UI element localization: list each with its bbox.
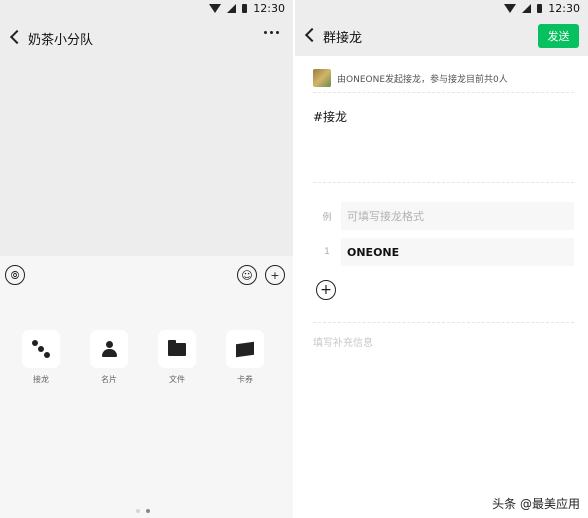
chat-input-bar: ⦾ ☺ +: [0, 256, 293, 296]
tool-label: 文件: [169, 375, 185, 384]
row-index: 例: [322, 212, 332, 223]
entry-input[interactable]: ONEONE: [341, 238, 574, 266]
tool-label: 接龙: [33, 375, 49, 384]
status-bar: 12:30: [295, 0, 588, 16]
tool-label: 名片: [101, 375, 117, 384]
tool-file[interactable]: 文件: [158, 330, 196, 385]
divider: [313, 322, 574, 323]
chat-screen: 12:30 奶茶小分队 ⦾ ☺ + 接龙 名片 文件 卡券: [0, 0, 293, 518]
format-input[interactable]: 可填写接龙格式: [341, 202, 574, 230]
row-index: 1: [324, 247, 330, 257]
jielong-topic-input[interactable]: #接龙: [313, 108, 347, 125]
jielong-header: 由ONEONE发起接龙，参与接龙目前共0人: [313, 68, 574, 88]
back-icon[interactable]: [301, 25, 323, 47]
page-dot-active[interactable]: [146, 509, 150, 513]
tool-label: 卡券: [237, 375, 253, 384]
tool-coupon[interactable]: 卡券: [226, 330, 264, 385]
voice-input-icon[interactable]: ⦾: [5, 265, 25, 285]
emoji-icon[interactable]: ☺: [237, 265, 257, 285]
add-entry-icon[interactable]: +: [316, 280, 336, 300]
function-panel: 接龙 名片 文件 卡券: [0, 296, 293, 518]
page-indicator[interactable]: [136, 509, 150, 513]
status-time: 12:30: [253, 1, 285, 15]
watermark: 头条 @最美应用: [492, 497, 580, 511]
folder-icon: [168, 339, 186, 356]
wifi-icon: [209, 3, 222, 13]
signal-icon: [227, 3, 237, 13]
tool-jielong[interactable]: 接龙: [22, 330, 60, 385]
example-row: 例 可填写接龙格式: [313, 202, 574, 230]
coupon-icon: [236, 341, 254, 357]
message-input[interactable]: [30, 264, 229, 288]
more-icon[interactable]: [264, 31, 279, 34]
group-jielong-screen: 12:30 群接龙 发送 由ONEONE发起接龙，参与接龙目前共0人 #接龙 例…: [295, 0, 588, 518]
page-dot[interactable]: [136, 509, 140, 513]
battery-icon: [537, 3, 543, 13]
chat-title: 奶茶小分队: [28, 32, 94, 48]
chat-nav-bar: 奶茶小分队: [0, 22, 293, 54]
contact-card-icon: [101, 341, 117, 357]
supplement-input[interactable]: 填写补充信息: [313, 334, 373, 349]
status-bar: 12:30: [0, 0, 293, 16]
jielong-icon: [32, 340, 50, 358]
divider: [313, 182, 574, 183]
signal-icon: [522, 3, 532, 13]
wifi-icon: [504, 3, 517, 13]
chat-message-area[interactable]: [0, 54, 293, 256]
send-button[interactable]: 发送: [538, 24, 579, 48]
divider: [313, 92, 574, 93]
initiator-info: 由ONEONE发起接龙，参与接龙目前共0人: [337, 74, 508, 85]
battery-icon: [242, 3, 248, 13]
jielong-nav-bar: 群接龙 发送: [295, 16, 588, 56]
tool-contact-card[interactable]: 名片: [90, 330, 128, 385]
back-icon[interactable]: [6, 27, 28, 49]
more-functions-icon[interactable]: +: [265, 265, 285, 285]
status-time: 12:30: [548, 1, 580, 15]
entry-row: 1 ONEONE: [313, 238, 574, 266]
page-title: 群接龙: [323, 30, 363, 46]
avatar: [313, 69, 331, 87]
